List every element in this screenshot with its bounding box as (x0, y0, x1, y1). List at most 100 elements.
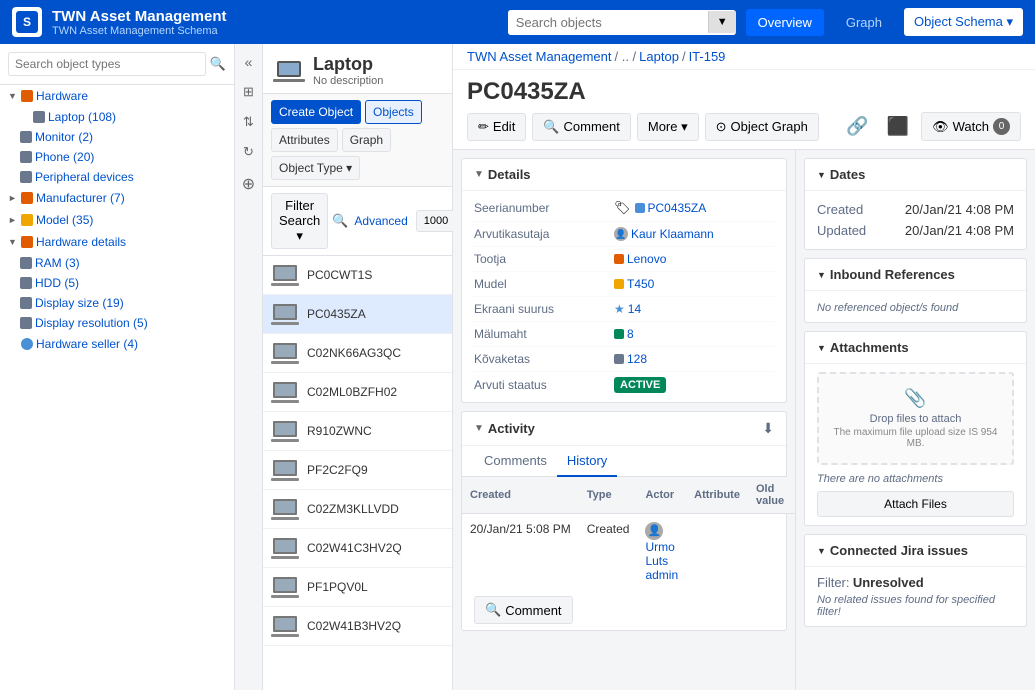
sidebar-item-ram[interactable]: RAM (3) (0, 253, 234, 273)
object-icon (271, 303, 299, 325)
list-item[interactable]: PF1PQV0L (263, 568, 452, 607)
activity-table: Created Type Actor Attribute Old value N… (462, 477, 795, 590)
sidebar-item-display-size[interactable]: Display size (19) (0, 293, 234, 313)
list-item[interactable]: C02NK66AG3QC (263, 334, 452, 373)
list-item[interactable]: C02ZM3KLLVDD (263, 490, 452, 529)
detail-label: Kõvaketas (474, 352, 614, 366)
sidebar-item-display-resolution[interactable]: Display resolution (5) (0, 313, 234, 333)
detail-value-link[interactable]: 8 (627, 327, 634, 341)
tool-btn-4[interactable]: ⊕ (238, 170, 259, 198)
filter-prefix: Filter: (817, 575, 850, 590)
details-section-header[interactable]: ▼ Details (462, 159, 786, 191)
detail-row: Ekraani suurus ★ 14 (474, 297, 774, 322)
sidebar-item-hdd[interactable]: HDD (5) (0, 273, 234, 293)
detail-value-link[interactable]: T450 (627, 277, 654, 291)
sidebar-search-button[interactable]: 🔍 (210, 56, 226, 72)
inbound-refs-body: No referenced object/s found (805, 291, 1026, 322)
attachments-header[interactable]: ▼ Attachments (805, 332, 1026, 364)
sidebar-item-label: Hardware details (36, 235, 126, 249)
download-icon[interactable]: ⬇ (762, 420, 774, 437)
filter-search-btn[interactable]: Filter Search ▾ (271, 193, 328, 249)
object-list-panel: Laptop No description Create Object Obje… (263, 44, 453, 690)
drop-zone[interactable]: 📎 Drop files to attach The maximum file … (817, 372, 1014, 465)
sidebar-item-laptop[interactable]: Laptop (108) (0, 107, 234, 127)
objects-btn[interactable]: Objects (365, 100, 422, 124)
detail-value-link[interactable]: Kaur Klaamann (631, 227, 714, 241)
search-dropdown-btn[interactable]: ▼ (708, 11, 736, 33)
sidebar-item-label: Laptop (108) (48, 110, 116, 124)
more-btn[interactable]: More ▾ (637, 113, 699, 141)
chevron-down-icon: ▼ (474, 423, 484, 434)
collapse-sidebar-btn[interactable]: « (241, 50, 257, 74)
sidebar-item-hardware-details[interactable]: ▼ Hardware details (0, 231, 234, 253)
qr-icon[interactable]: ⬛ (881, 114, 915, 139)
breadcrumb: TWN Asset Management / .. / Laptop / IT-… (453, 44, 1035, 70)
tab-history[interactable]: History (557, 446, 617, 477)
sidebar-item-hardware-seller[interactable]: Hardware seller (4) (0, 333, 234, 355)
sidebar: 🔍 ▼ Hardware Laptop (108) Monitor (2) (0, 44, 235, 690)
graph-icon: ⊙ (716, 119, 727, 135)
watch-btn[interactable]: 👁 Watch 0 (921, 112, 1021, 141)
attributes-btn[interactable]: Attributes (271, 128, 338, 152)
tool-btn-2[interactable]: ⇅ (239, 110, 258, 134)
advanced-link[interactable]: Advanced (354, 214, 407, 228)
edit-btn[interactable]: ✏ Edit (467, 113, 526, 141)
tab-comments[interactable]: Comments (474, 446, 557, 477)
activity-section-header[interactable]: ▼ Activity ⬇ (462, 412, 786, 446)
search-input[interactable] (508, 10, 708, 35)
dates-section-header[interactable]: ▼ Dates (805, 159, 1026, 191)
content-body: ▼ Details Seerianumber 🏷 PC0435ZA (453, 150, 1035, 690)
list-item[interactable]: PF2C2FQ9 (263, 451, 452, 490)
detail-value-link[interactable]: 128 (627, 352, 647, 366)
type-graph-btn[interactable]: Graph (342, 128, 391, 152)
detail-value-link[interactable]: Lenovo (627, 252, 666, 266)
jira-section-header[interactable]: ▼ Connected Jira issues (805, 535, 1026, 567)
sidebar-item-model[interactable]: ► Model (35) (0, 209, 234, 231)
filter-value: Unresolved (853, 575, 924, 590)
object-graph-btn[interactable]: ⊙ Object Graph (705, 113, 819, 141)
detail-value-link[interactable]: 14 (628, 302, 641, 316)
list-item[interactable]: C02W41B3HV2Q (263, 607, 452, 646)
breadcrumb-laptop[interactable]: Laptop (639, 49, 679, 64)
chevron-down-icon: ▼ (817, 343, 826, 353)
nav-overview-btn[interactable]: Overview (746, 9, 824, 36)
breadcrumb-root[interactable]: TWN Asset Management (467, 49, 612, 64)
nav-graph-btn[interactable]: Graph (834, 9, 894, 36)
detail-label: Arvuti staatus (474, 378, 614, 392)
sidebar-item-manufacturer[interactable]: ► Manufacturer (7) (0, 187, 234, 209)
no-attachments-text: There are no attachments (817, 473, 1014, 485)
sidebar-item-phone[interactable]: Phone (20) (0, 147, 234, 167)
comment-btn[interactable]: 🔍 Comment (532, 113, 631, 141)
list-item[interactable]: PC0CWT1S (263, 256, 452, 295)
list-item[interactable]: R910ZWNC (263, 412, 452, 451)
breadcrumb-it159[interactable]: IT-159 (689, 49, 726, 64)
no-jira-text: No related issues found for specified fi… (817, 594, 1014, 618)
tool-btn-1[interactable]: ⊞ (239, 80, 258, 104)
inbound-refs-label: Inbound References (830, 267, 955, 282)
object-icon (271, 615, 299, 637)
sidebar-search-input[interactable] (8, 52, 206, 76)
object-icon (271, 459, 299, 481)
filter-label: Filter Search ▾ (279, 198, 320, 244)
sidebar-item-hardware[interactable]: ▼ Hardware (0, 85, 234, 107)
detail-value-link[interactable]: PC0435ZA (648, 201, 707, 215)
object-type-btn[interactable]: Object Type ▾ (271, 156, 360, 180)
object-filter-bar: Filter Search ▾ 🔍 Advanced 1000 500 100 … (263, 187, 452, 256)
sidebar-item-peripheral[interactable]: Peripheral devices (0, 167, 234, 187)
list-item[interactable]: PC0435ZA (263, 295, 452, 334)
sidebar-item-monitor[interactable]: Monitor (2) (0, 127, 234, 147)
drop-text: Drop files to attach (827, 413, 1004, 425)
create-object-btn[interactable]: Create Object (271, 100, 361, 124)
object-type-name: Laptop (313, 54, 383, 75)
link-icon[interactable]: 🔗 (840, 114, 874, 139)
list-item[interactable]: C02W41C3HV2Q (263, 529, 452, 568)
attach-files-btn[interactable]: Attach Files (817, 491, 1014, 517)
list-item[interactable]: C02ML0BZFH02 (263, 373, 452, 412)
inbound-refs-header[interactable]: ▼ Inbound References (805, 259, 1026, 291)
tool-btn-3[interactable]: ↻ (239, 140, 258, 164)
nav-schema-btn[interactable]: Object Schema ▾ (904, 8, 1023, 36)
add-comment-btn[interactable]: 🔍 Comment (474, 596, 573, 624)
actor-link[interactable]: Urmo Luts admin (645, 540, 678, 582)
detail-label: Seerianumber (474, 201, 614, 215)
object-search-btn[interactable]: 🔍 (332, 213, 348, 229)
